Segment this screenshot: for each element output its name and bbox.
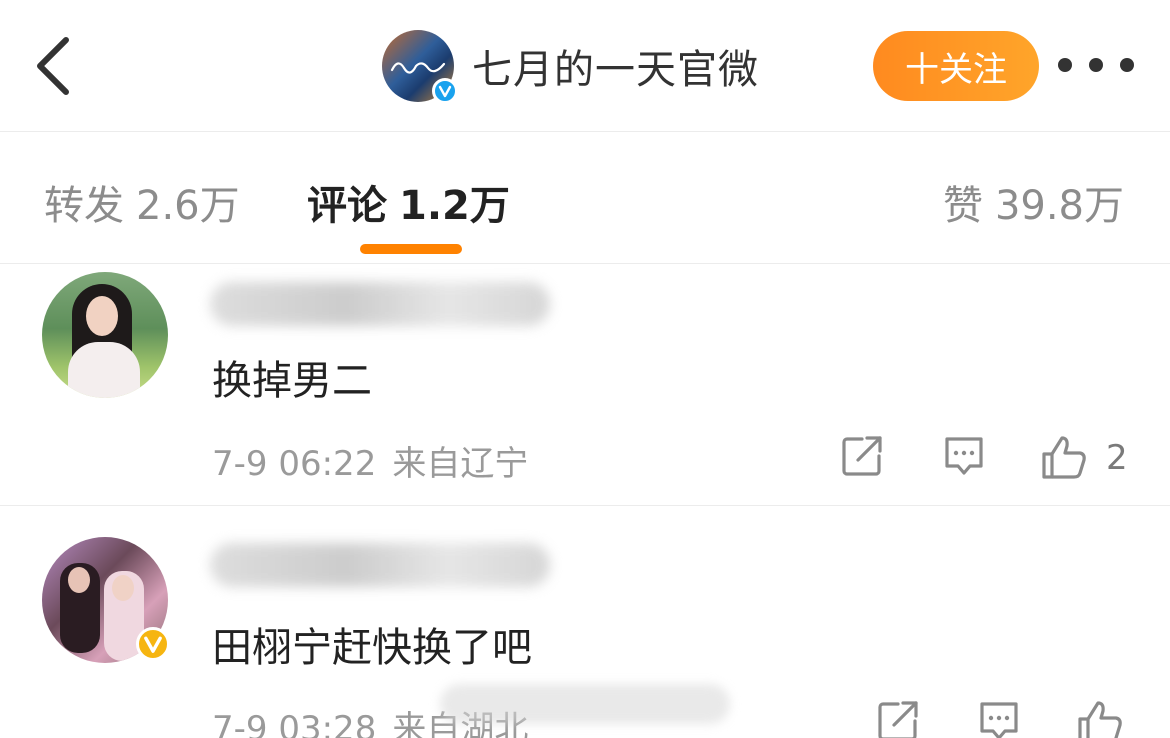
comment-meta: 7-9 06:22 来自辽宁 xyxy=(212,436,528,485)
more-dot xyxy=(1089,58,1103,72)
tab-repost-label: 转发 xyxy=(44,183,124,229)
interaction-tabs: 转发 2.6万 评论 1.2万 赞 39.8万 xyxy=(0,133,1170,264)
watermark-overlay xyxy=(440,684,730,724)
more-dot xyxy=(1058,58,1072,72)
tab-comment-count: 1.2万 xyxy=(399,183,510,229)
comment-item: 换掉男二 7-9 06:22 来自辽宁 2 xyxy=(0,266,1170,506)
more-options-button[interactable] xyxy=(1058,50,1134,80)
comment-text: 换掉男二 xyxy=(212,358,372,404)
active-tab-indicator xyxy=(360,244,462,254)
more-dot xyxy=(1120,58,1134,72)
like-count: 2 xyxy=(1106,438,1128,478)
comment-text: 田栩宁赶快换了吧 xyxy=(212,625,532,671)
thumbs-up-icon xyxy=(1078,701,1122,738)
reply-button[interactable] xyxy=(977,699,1021,738)
comment-date: 7-9 03:28 xyxy=(212,709,377,738)
logo-icon xyxy=(390,62,446,74)
share-icon xyxy=(878,701,918,738)
comment-location: 来自辽宁 xyxy=(392,444,529,484)
tab-repost-count: 2.6万 xyxy=(136,183,240,229)
tab-repost[interactable]: 转发 2.6万 xyxy=(44,173,240,231)
follow-button[interactable]: 十关注 xyxy=(873,31,1039,101)
commenter-name-blurred[interactable] xyxy=(210,543,550,587)
share-button[interactable] xyxy=(840,434,884,478)
commenter-name-blurred[interactable] xyxy=(210,282,550,326)
verified-badge-icon xyxy=(136,627,170,661)
verified-badge-icon xyxy=(432,78,458,104)
commenter-avatar[interactable] xyxy=(42,272,168,398)
avatar-image xyxy=(42,272,168,398)
thumbs-up-icon xyxy=(1042,436,1086,479)
tab-like-label: 赞 xyxy=(942,183,983,229)
top-bar: 七月的一天官微 十关注 xyxy=(0,0,1170,132)
account-title[interactable]: 七月的一天官微 xyxy=(382,30,759,104)
comment-bubble-icon xyxy=(945,437,983,475)
commenter-avatar[interactable] xyxy=(42,537,170,663)
like-button[interactable] xyxy=(1040,434,1086,479)
share-button[interactable] xyxy=(876,699,920,738)
share-icon xyxy=(842,436,882,476)
reply-button[interactable] xyxy=(942,434,986,478)
comment-bubble-icon xyxy=(980,702,1018,738)
tab-comment[interactable]: 评论 1.2万 xyxy=(307,173,510,231)
tab-like-count: 39.8万 xyxy=(994,183,1124,229)
account-name[interactable]: 七月的一天官微 xyxy=(472,37,759,95)
account-avatar[interactable] xyxy=(382,30,458,104)
tab-comment-label: 评论 xyxy=(307,183,387,229)
chevron-left-icon xyxy=(37,37,69,95)
back-button[interactable] xyxy=(30,34,82,98)
like-button[interactable] xyxy=(1076,699,1122,738)
comment-date: 7-9 06:22 xyxy=(212,444,377,484)
tab-like[interactable]: 赞 39.8万 xyxy=(943,173,1124,231)
